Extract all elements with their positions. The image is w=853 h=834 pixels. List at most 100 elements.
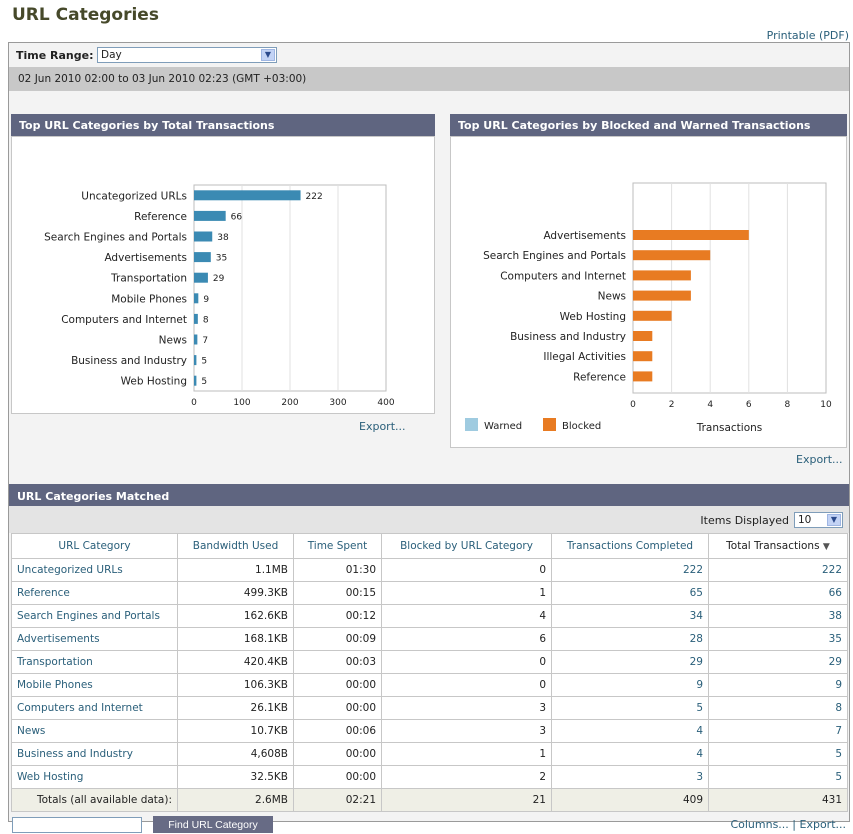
col-bandwidth-used[interactable]: Bandwidth Used (177, 533, 294, 559)
sort-descending-icon: ▼ (822, 542, 830, 552)
transactions-link[interactable]: 65 (551, 581, 709, 605)
category-label: Computers and Internet (61, 314, 187, 326)
items-displayed-label: Items Displayed (700, 514, 789, 527)
left-export-link[interactable]: Export... (359, 420, 406, 433)
transactions-link[interactable]: 4 (551, 719, 709, 743)
bar (194, 334, 198, 345)
table-cell: 01:30 (293, 558, 382, 582)
legend-swatch-warned (465, 418, 478, 431)
items-displayed-select[interactable]: 10 ▼ (794, 512, 843, 528)
category-link[interactable]: Mobile Phones (11, 673, 178, 697)
table-cell: 00:00 (293, 673, 382, 697)
table-row: Search Engines and Portals 162.6KB 00:12 4 3… (11, 604, 848, 628)
table-cell: 0 (381, 673, 552, 697)
col-transactions-completed[interactable]: Transactions Completed (551, 533, 709, 559)
table-cell: 4 (381, 604, 552, 628)
transactions-link[interactable]: 3 (551, 765, 709, 789)
transactions-link[interactable]: 5 (708, 765, 848, 789)
category-link[interactable]: Reference (11, 581, 178, 605)
x-tick-label: 100 (233, 398, 250, 408)
data-label: 35 (216, 254, 227, 264)
find-category-input[interactable] (12, 817, 142, 833)
category-link[interactable]: Web Hosting (11, 765, 178, 789)
table-cell: 00:00 (293, 742, 382, 766)
data-label: 5 (201, 357, 207, 367)
time-range-row: Time Range: Day ▼ (9, 43, 849, 66)
bar (194, 231, 213, 242)
transactions-link[interactable]: 38 (708, 604, 848, 628)
category-link[interactable]: Business and Industry (11, 742, 178, 766)
table-cell: 32.5KB (177, 765, 294, 789)
transactions-link[interactable]: 4 (551, 742, 709, 766)
category-label: Mobile Phones (111, 293, 187, 305)
transactions-link[interactable]: 5 (708, 742, 848, 766)
bar (194, 272, 208, 283)
bar (194, 293, 199, 304)
table-cell: 6 (381, 627, 552, 651)
transactions-link[interactable]: 5 (551, 696, 709, 720)
table-cell: 1 (381, 581, 552, 605)
transactions-link[interactable]: 66 (708, 581, 848, 605)
totals-cell: 02:21 (293, 788, 382, 812)
transactions-link[interactable]: 29 (551, 650, 709, 674)
items-displayed-value: 10 (798, 514, 812, 526)
col-blocked-by-url-category[interactable]: Blocked by URL Category (381, 533, 552, 559)
bar (194, 252, 211, 263)
category-link[interactable]: Search Engines and Portals (11, 604, 178, 628)
transactions-link[interactable]: 28 (551, 627, 709, 651)
x-tick-label: 2 (669, 400, 675, 410)
bar (194, 375, 197, 386)
transactions-link[interactable]: 7 (708, 719, 848, 743)
transactions-link[interactable]: 35 (708, 627, 848, 651)
transactions-link[interactable]: 222 (708, 558, 848, 582)
x-tick-label: 10 (820, 400, 832, 410)
bottom-export-link[interactable]: Export... (800, 818, 847, 831)
plot-area (632, 182, 827, 394)
right-export-link[interactable]: Export... (796, 453, 843, 466)
transactions-link[interactable]: 222 (551, 558, 709, 582)
table-row: Web Hosting 32.5KB 00:00 2 3 5 (11, 765, 848, 789)
data-label: 9 (203, 295, 209, 305)
category-label: News (159, 335, 187, 347)
col-total-transactions[interactable]: Total Transactions ▼ (708, 533, 848, 559)
date-range-bar: 02 Jun 2010 02:00 to 03 Jun 2010 02:23 (… (9, 67, 849, 91)
total-transactions-chart: 0100200300400TransactionsUncategorized U… (44, 184, 395, 408)
table-cell: 1 (381, 742, 552, 766)
table-row: Business and Industry 4,608B 00:00 1 4 5 (11, 742, 848, 766)
table-cell: 162.6KB (177, 604, 294, 628)
category-link[interactable]: News (11, 719, 178, 743)
x-axis-label: Transactions (696, 422, 763, 434)
transactions-link[interactable]: 29 (708, 650, 848, 674)
category-label: Reference (573, 371, 626, 383)
transactions-link[interactable]: 9 (708, 673, 848, 697)
printable-pdf-link[interactable]: Printable (PDF) (767, 29, 849, 42)
table-row: Advertisements 168.1KB 00:09 6 28 35 (11, 627, 848, 651)
category-link[interactable]: Uncategorized URLs (11, 558, 178, 582)
col-time-spent[interactable]: Time Spent (293, 533, 382, 559)
x-tick-label: 8 (785, 400, 791, 410)
table-row: Reference 499.3KB 00:15 1 65 66 (11, 581, 848, 605)
transactions-link[interactable]: 8 (708, 696, 848, 720)
find-url-category-button[interactable]: Find URL Category (153, 816, 273, 833)
category-link[interactable]: Advertisements (11, 627, 178, 651)
bar-blocked (633, 351, 653, 362)
transactions-link[interactable]: 34 (551, 604, 709, 628)
table-cell: 106.3KB (177, 673, 294, 697)
col-url-category[interactable]: URL Category (11, 533, 178, 559)
table-cell: 3 (381, 696, 552, 720)
x-tick-label: 0 (191, 398, 197, 408)
transactions-link[interactable]: 9 (551, 673, 709, 697)
table-cell: 1.1MB (177, 558, 294, 582)
bar (194, 313, 198, 324)
category-label: Web Hosting (560, 311, 626, 323)
blocked-warned-chart: 0 2 4 6 8 10 Transactions Advertisements Search … (465, 182, 832, 434)
category-label: Business and Industry (71, 355, 187, 367)
category-label: Illegal Activities (543, 351, 626, 363)
time-range-select[interactable]: Day ▼ (97, 47, 277, 63)
link-separator: | (788, 818, 800, 831)
category-link[interactable]: Transportation (11, 650, 178, 674)
category-link[interactable]: Computers and Internet (11, 696, 178, 720)
x-tick-label: 0 (630, 400, 636, 410)
columns-link[interactable]: Columns... (730, 818, 788, 831)
category-label: Reference (134, 211, 187, 223)
